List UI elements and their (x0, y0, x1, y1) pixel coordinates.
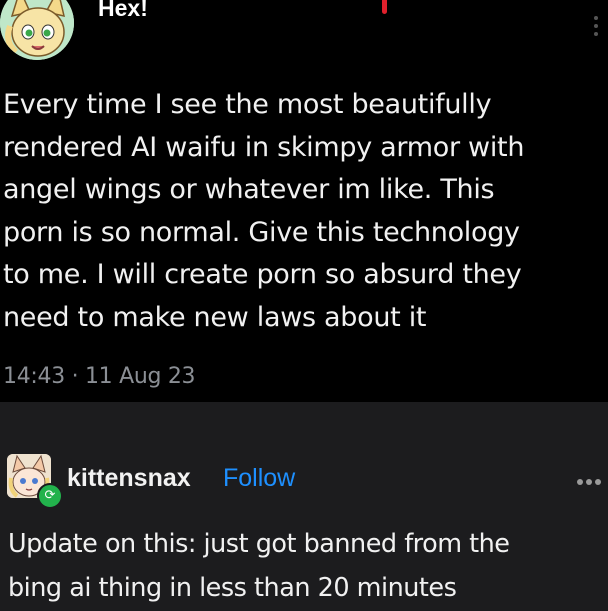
tweet-text-line: to me. I will create porn so absurd they (3, 259, 522, 290)
tweet-text-line: rendered AI waifu in skimpy armor with (3, 131, 525, 163)
post-more-options-icon[interactable] (577, 470, 604, 485)
post-text: Update on this: just got banned from the… (8, 522, 604, 610)
tweet-text-line: need to make new laws about it (3, 301, 427, 333)
post-author-avatar[interactable]: ⟳ (7, 454, 63, 509)
tweet-author-name[interactable]: Hex! (98, 0, 148, 22)
follow-button[interactable]: Follow (223, 462, 295, 494)
tweet-text: Every time I see the most beautifully re… (3, 84, 603, 339)
tweet-text-line: Every time I see the most beautifully (3, 89, 492, 120)
avatar-illustration-icon (0, 0, 74, 60)
post-text-line: Update on this: just got banned from the (8, 529, 510, 559)
post-username[interactable]: kittensnax (67, 462, 191, 494)
tweet-more-options-icon[interactable] (592, 16, 600, 54)
reblog-icon: ⟳ (37, 483, 63, 509)
tweet-text-line: angel wings or whatever im like. This (3, 174, 495, 205)
red-accent-mark (382, 0, 387, 14)
reblog-post-card: ⟳ kittensnax Follow Update on this: just… (0, 402, 608, 611)
tweet-timestamp[interactable]: 14:43 · 11 Aug 23 (3, 363, 196, 391)
tweet-text-line: porn is so normal. Give this technology (3, 216, 520, 248)
tweet-card: Hex! Every time I see the most beautiful… (0, 0, 608, 402)
tweet-author-avatar[interactable] (0, 0, 74, 60)
post-text-line: bing ai thing in less than 20 minutes (8, 573, 457, 603)
